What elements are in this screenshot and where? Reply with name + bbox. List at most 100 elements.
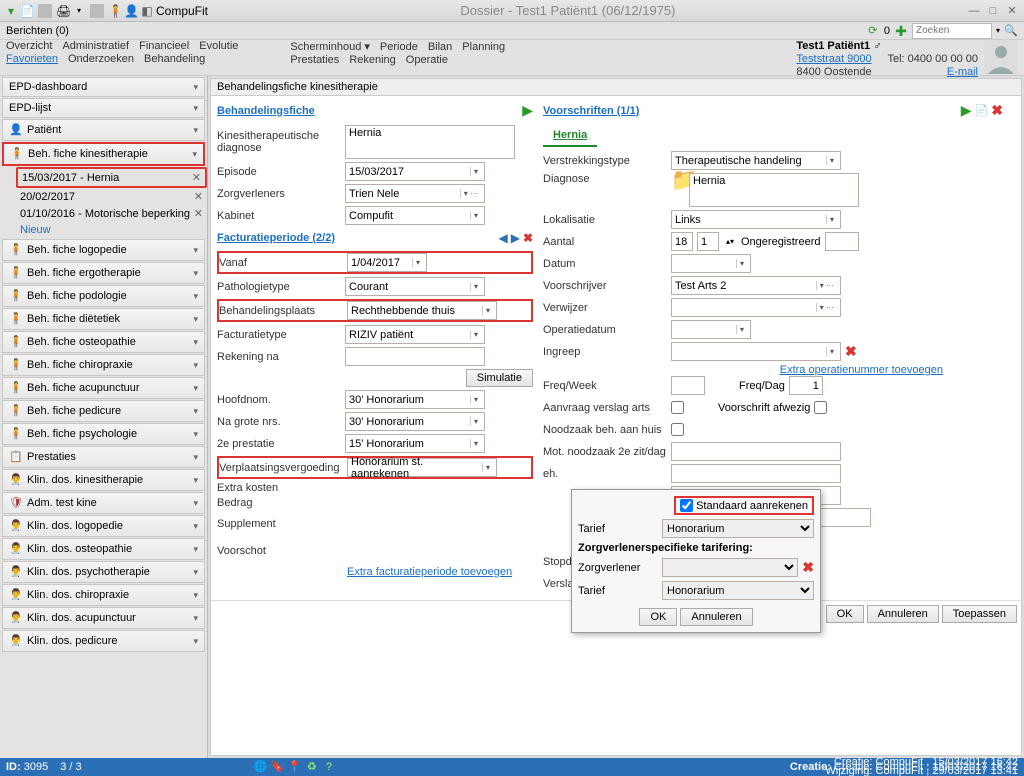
close-icon[interactable]: ✕ [192, 171, 201, 184]
popup-ok-button[interactable]: OK [639, 608, 677, 626]
sidebar-item-logopedie[interactable]: 🧍Beh. fiche logopedie▾ [2, 239, 205, 261]
maximize-button[interactable]: □ [985, 5, 1001, 17]
sidebar-item-klin-chiro[interactable]: 👨‍⚕️Klin. dos. chiropraxie▾ [2, 584, 205, 606]
close-button[interactable]: ✕ [1004, 4, 1020, 17]
sidebar-item-acupunctuur[interactable]: 🧍Beh. fiche acupunctuur▾ [2, 377, 205, 399]
help-icon[interactable]: ? [322, 760, 336, 774]
logopedie-icon[interactable]: 🧍 [108, 4, 122, 18]
menu-behandeling[interactable]: Behandeling [144, 53, 205, 65]
menu-planning[interactable]: Planning [462, 41, 505, 53]
delete-icon[interactable]: ✖ [523, 231, 533, 245]
next-icon[interactable]: ▶ [511, 231, 520, 245]
menu-rekening[interactable]: Rekening [349, 54, 395, 66]
sidebar-item-dietetiek[interactable]: 🧍Beh. fiche diëtetiek▾ [2, 308, 205, 330]
delete-icon[interactable]: ✖ [802, 559, 814, 576]
refresh-icon[interactable]: ♻ [305, 760, 319, 774]
search-input[interactable] [912, 23, 992, 39]
freqd-input[interactable] [789, 376, 823, 395]
close-icon[interactable]: ✕ [194, 207, 203, 220]
print-dropdown-icon[interactable]: ▾ [72, 4, 86, 18]
folder-icon[interactable]: 📁 [671, 173, 685, 187]
menu-financieel[interactable]: Financieel [139, 40, 189, 52]
episode-combo[interactable]: 15/03/2017▾ [345, 162, 485, 181]
ftype-combo[interactable]: RIZIV patiënt▾ [345, 325, 485, 344]
r-diag-input[interactable]: Hernia [689, 173, 859, 207]
minimize-button[interactable]: — [966, 5, 982, 17]
sidebar-item-klin-acup[interactable]: 👨‍⚕️Klin. dos. acupunctuur▾ [2, 607, 205, 629]
new-doc-icon[interactable]: 📄 [975, 104, 989, 117]
search-icon[interactable]: 🔍 [1004, 24, 1018, 38]
add-icon[interactable]: ✚ [894, 24, 908, 38]
menu-onderzoeken[interactable]: Onderzoeken [68, 53, 134, 65]
diag-input[interactable]: Hernia [345, 125, 515, 159]
sidebar-item-psychologie[interactable]: 🧍Beh. fiche psychologie▾ [2, 423, 205, 445]
play-icon[interactable]: ▶ [522, 102, 533, 119]
sidebar-item-patient[interactable]: 👤Patiënt▾ [2, 119, 205, 141]
menu-periode[interactable]: Periode [380, 41, 418, 53]
sidebar-item-klin-pedi[interactable]: 👨‍⚕️Klin. dos. pedicure▾ [2, 630, 205, 652]
eh-input[interactable] [671, 464, 841, 483]
aanv-check[interactable] [671, 398, 684, 417]
sidebar-nieuw[interactable]: Nieuw [16, 222, 207, 238]
sidebar-item-podologie[interactable]: 🧍Beh. fiche podologie▾ [2, 285, 205, 307]
freqw-input[interactable] [671, 376, 705, 395]
spin-icon[interactable]: ▴▾ [723, 235, 737, 249]
adm-icon[interactable]: 👤 [124, 4, 138, 18]
sidebar-item-kinesitherapie[interactable]: 🧍Beh. fiche kinesitherapie▾ [2, 142, 205, 166]
opdat-date[interactable]: ▾ [671, 320, 751, 339]
print-icon[interactable]: 🖨 [56, 4, 70, 18]
ingreep-combo[interactable]: ▾ [671, 342, 841, 361]
sidebar-sub-1[interactable]: 20/02/2017✕ [16, 188, 207, 205]
sidebar-item-adm-test[interactable]: 🛡Adm. test kine▾ [2, 492, 205, 514]
menu-evolutie[interactable]: Evolutie [199, 40, 238, 52]
new-doc-icon[interactable]: 📄 [20, 4, 34, 18]
path-combo[interactable]: Courant▾ [345, 277, 485, 296]
tweep-combo[interactable]: 15' Honorarium▾ [345, 434, 485, 453]
menu-scherminhoud[interactable]: Scherminhoud ▾ [290, 40, 370, 53]
sidebar-item-ergotherapie[interactable]: 🧍Beh. fiche ergotherapie▾ [2, 262, 205, 284]
rekna-input[interactable] [345, 347, 485, 366]
zorgverlener-select[interactable] [662, 558, 798, 577]
hoofd-combo[interactable]: 30' Honorarium▾ [345, 390, 485, 409]
zorg-combo[interactable]: Trien Nele▾ ··· [345, 184, 485, 203]
ok-button[interactable]: OK [826, 605, 864, 623]
verp-combo[interactable]: Honorarium st. aanrekenen▾ [347, 458, 497, 477]
sidebar-item-klin-psycho[interactable]: 👨‍⚕️Klin. dos. psychotherapie▾ [2, 561, 205, 583]
voors-combo[interactable]: Test Arts 2▾ ··· [671, 276, 841, 295]
globe-icon[interactable]: 🌐 [254, 760, 268, 774]
vanaf-date[interactable]: 1/04/2017▾ [347, 253, 427, 272]
kabinet-combo[interactable]: Compufit▾ [345, 206, 485, 225]
sidebar-item-pedicure[interactable]: 🧍Beh. fiche pedicure▾ [2, 400, 205, 422]
toepassen-button[interactable]: Toepassen [942, 605, 1017, 623]
extra-op-link[interactable]: Extra operatienummer toevoegen [780, 364, 943, 376]
sidebar-item-klin-logo[interactable]: 👨‍⚕️Klin. dos. logopedie▾ [2, 515, 205, 537]
aantal-extra[interactable] [825, 232, 859, 251]
popup-annuleren-button[interactable]: Annuleren [680, 608, 752, 626]
tarief-select[interactable]: Honorarium [662, 519, 814, 538]
simulatie-button[interactable]: Simulatie [466, 369, 533, 387]
aantal-b[interactable] [697, 232, 719, 251]
search-dropdown-icon[interactable]: ▾ [996, 26, 1000, 35]
sidebar-item-osteopathie[interactable]: 🧍Beh. fiche osteopathie▾ [2, 331, 205, 353]
voorschriften-link[interactable]: Voorschriften (1/1) [543, 105, 639, 117]
delete-icon[interactable]: ✖ [991, 102, 1003, 119]
patient-street[interactable]: Teststraat 9000 [796, 53, 881, 66]
tarief2-select[interactable]: Honorarium [662, 581, 814, 600]
menu-favorieten[interactable]: Favorieten [6, 53, 58, 65]
tab-hernia[interactable]: Hernia [543, 125, 597, 147]
menu-icon[interactable]: ▾ [4, 4, 18, 18]
aantal-a[interactable] [671, 232, 693, 251]
extra-facturatie-link[interactable]: Extra facturatieperiode toevoegen [347, 566, 512, 578]
sidebar-item-klin-osteo[interactable]: 👨‍⚕️Klin. dos. osteopathie▾ [2, 538, 205, 560]
behandelingsfiche-link[interactable]: Behandelingsfiche [217, 105, 315, 117]
marker-icon[interactable]: 📍 [288, 760, 302, 774]
berichten-tab[interactable]: Berichten (0) [6, 25, 69, 37]
sidebar-item-chiropraxie[interactable]: 🧍Beh. fiche chiropraxie▾ [2, 354, 205, 376]
plaats-combo[interactable]: Rechthebbende thuis▾ [347, 301, 497, 320]
menu-overzicht[interactable]: Overzicht [6, 40, 52, 52]
sidebar-item-epd-lijst[interactable]: EPD-lijst▾ [2, 98, 205, 118]
verw-combo[interactable]: ▾ ··· [671, 298, 841, 317]
menu-operatie[interactable]: Operatie [406, 54, 448, 66]
sidebar-sub-2[interactable]: 01/10/2016 - Motorische beperking✕ [16, 205, 207, 222]
standaard-check[interactable] [680, 499, 693, 512]
